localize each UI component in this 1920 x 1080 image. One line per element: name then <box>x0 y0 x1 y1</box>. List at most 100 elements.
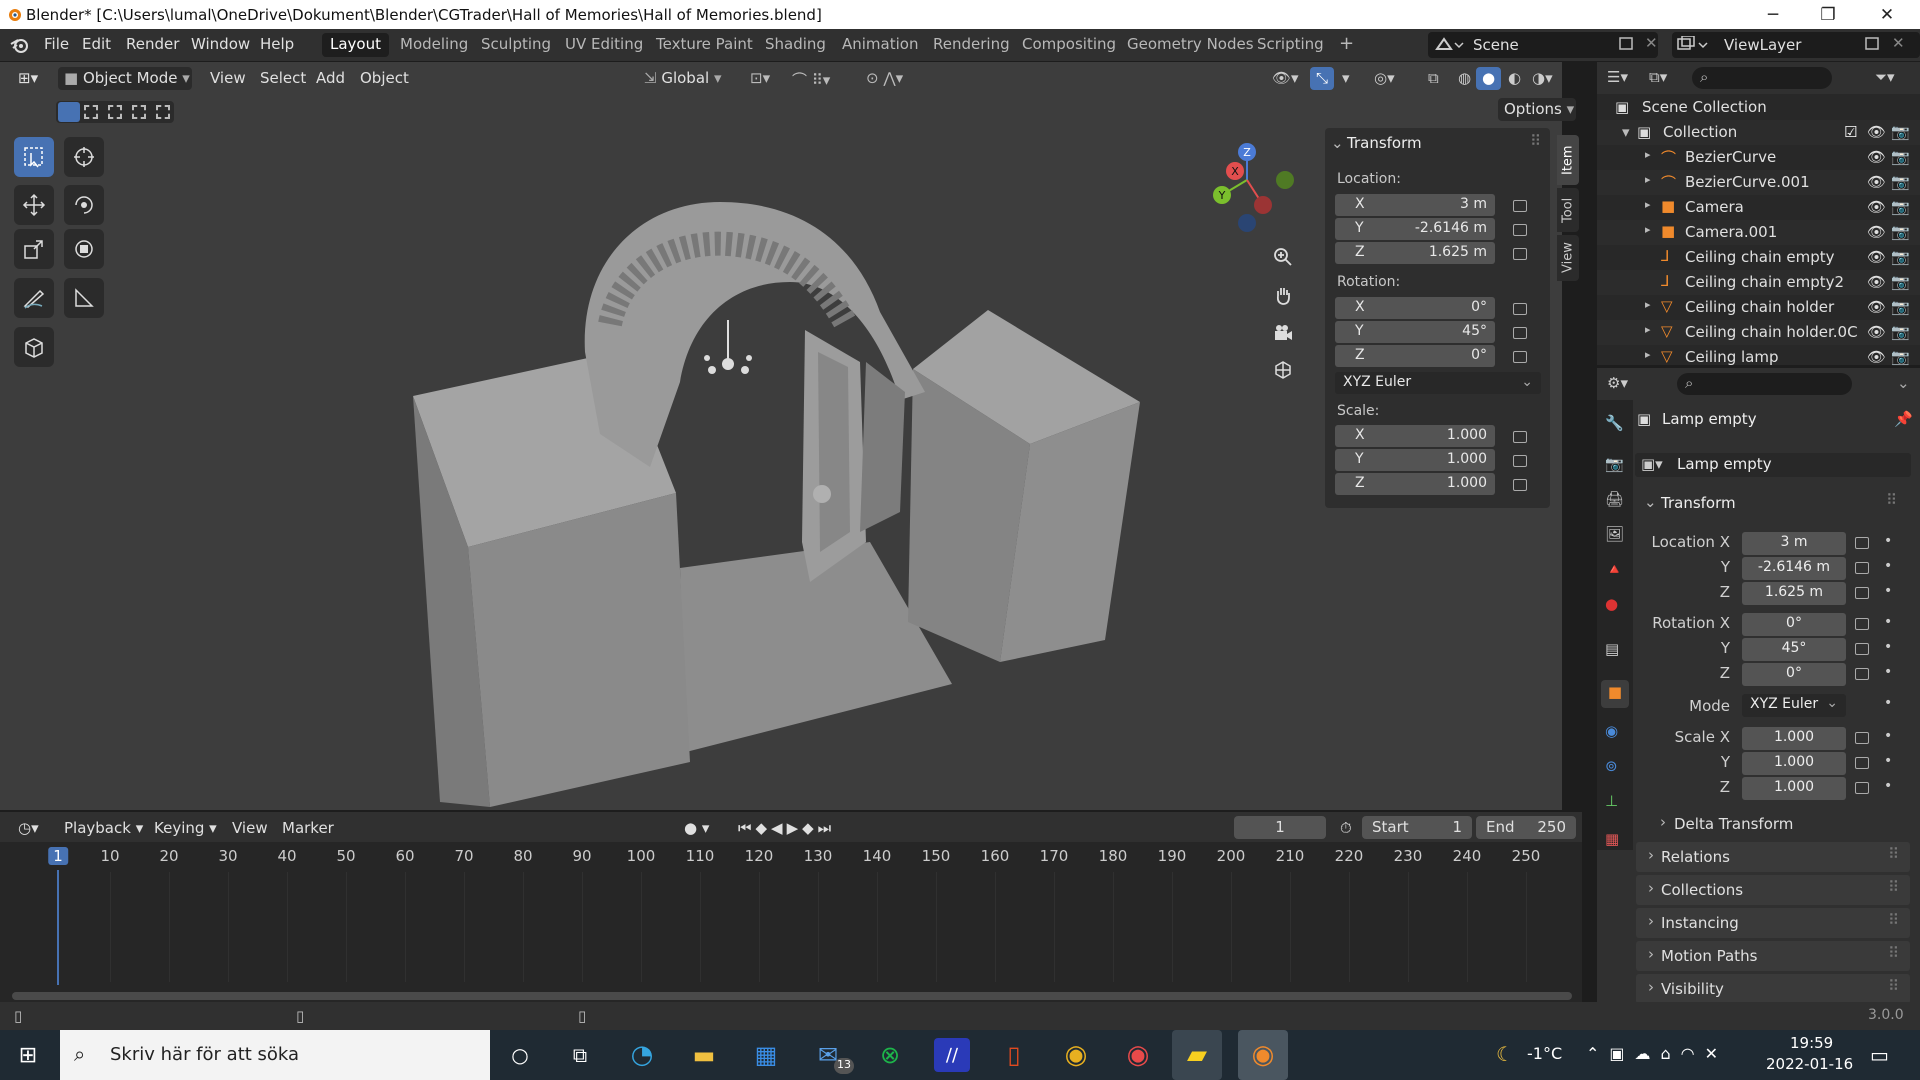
affinity-icon[interactable]: ∕∕ <box>934 1038 970 1072</box>
lock-icon[interactable] <box>1513 248 1527 260</box>
chrome-icon[interactable]: ◉ <box>1058 1038 1094 1072</box>
expand-icon[interactable]: ▸ <box>1645 223 1651 236</box>
expand-icon[interactable]: ▸ <box>1645 348 1651 361</box>
outliner-item[interactable]: ⅃ Ceiling chain empty 👁 📷 <box>1597 245 1920 270</box>
tab-modeling[interactable]: Modeling <box>392 33 476 57</box>
expand-icon[interactable]: ▸ <box>1645 198 1651 211</box>
lock-icon[interactable] <box>1513 224 1527 236</box>
rotation-mode-dropdown[interactable]: XYZ Euler ⌄ <box>1335 372 1541 394</box>
gizmo-toggle-icon[interactable]: ⤡ <box>1310 67 1335 90</box>
xbox-icon[interactable]: ⊗ <box>872 1038 908 1072</box>
select-new-icon[interactable] <box>58 102 80 122</box>
prop-rotation-z-field[interactable]: 0° <box>1742 663 1846 686</box>
preview-range-icon[interactable]: ⏱ <box>1334 817 1358 840</box>
location-y-field[interactable]: Y -2.6146 m <box>1335 218 1495 240</box>
expand-icon[interactable]: ▸ <box>1645 173 1651 186</box>
camera-render-icon[interactable]: 📷 <box>1891 273 1910 291</box>
eye-icon[interactable]: 👁 <box>1867 198 1886 216</box>
section-motion-paths[interactable]: › Motion Paths ⠿ <box>1636 941 1910 971</box>
new-view-layer-icon[interactable] <box>1864 36 1882 52</box>
menu-playback[interactable]: Playback ▾ <box>58 817 149 840</box>
xray-icon[interactable]: ⧉ <box>1422 67 1445 90</box>
edge-icon[interactable]: ◔ <box>624 1038 660 1072</box>
transform-section-header[interactable]: ⌄ Transform ⠿ <box>1636 488 1910 518</box>
delete-view-layer-icon[interactable]: ✕ <box>1892 34 1905 52</box>
minimize-button[interactable]: ─ <box>1750 0 1796 29</box>
store-icon[interactable]: ▦ <box>748 1038 784 1072</box>
menu-add[interactable]: Add <box>310 67 351 90</box>
keyframe-dot-icon[interactable]: • <box>1884 778 1892 794</box>
outliner-item[interactable]: ▸ ■ Camera 👁 📷 <box>1597 195 1920 220</box>
timeline[interactable]: 1 10 20 30 40 50 60 70 80 90 100 110 120 130 140 150 160… <box>0 842 1582 1002</box>
pan-hand-icon[interactable] <box>1268 280 1298 310</box>
tab-rendering[interactable]: Rendering <box>925 33 1018 57</box>
select-subtract-icon[interactable] <box>108 105 122 119</box>
tool-tab-icon[interactable]: 🔧 <box>1605 414 1624 432</box>
expand-icon[interactable]: ▸ <box>1645 298 1651 311</box>
keyframe-dot-icon[interactable]: • <box>1884 639 1892 655</box>
camera-render-icon[interactable]: 📷 <box>1891 348 1910 366</box>
expand-icon[interactable]: ▸ <box>1645 323 1651 336</box>
menu-render[interactable]: Render <box>126 35 179 53</box>
output-tab-icon[interactable]: 🖨 <box>1605 490 1624 508</box>
rotation-x-field[interactable]: X 0° <box>1335 297 1495 319</box>
menu-keying[interactable]: Keying ▾ <box>148 817 223 840</box>
object-tab-icon[interactable]: ■ <box>1601 680 1629 708</box>
eye-icon[interactable]: 👁 <box>1867 348 1886 366</box>
lock-icon[interactable] <box>1855 643 1869 655</box>
tab-tool[interactable]: Tool <box>1557 188 1579 232</box>
delete-scene-icon[interactable]: ✕ <box>1645 34 1658 52</box>
lock-icon[interactable] <box>1513 455 1527 467</box>
office-icon[interactable]: ▯ <box>996 1038 1032 1072</box>
system-tray-icons[interactable]: ⌃▣☁⌂◠✕ <box>1586 1044 1728 1063</box>
prop-location-x-field[interactable]: 3 m <box>1742 532 1846 555</box>
location-x-field[interactable]: X 3 m <box>1335 194 1495 216</box>
chevron-down-icon[interactable]: ⌄ <box>1897 374 1910 392</box>
drag-handle-icon[interactable]: ⠿ <box>1886 491 1897 509</box>
zoom-icon[interactable] <box>1268 242 1298 272</box>
camera-render-icon[interactable]: 📷 <box>1891 123 1910 141</box>
location-z-field[interactable]: Z 1.625 m <box>1335 242 1495 264</box>
section-visibility[interactable]: › Visibility ⠿ <box>1636 974 1910 1004</box>
properties-editor-icon[interactable]: ⚙▾ <box>1607 374 1628 392</box>
prop-rotation-y-field[interactable]: 45° <box>1742 638 1846 661</box>
camera-render-icon[interactable]: 📷 <box>1891 223 1910 241</box>
proportional-edit-icon[interactable]: ⊙ ⋀▾ <box>860 67 909 90</box>
camera-render-icon[interactable]: 📷 <box>1891 148 1910 166</box>
menu-object[interactable]: Object <box>354 67 415 90</box>
select-intersect-icon[interactable] <box>156 105 170 119</box>
section-delta-transform[interactable]: › Delta Transform <box>1636 809 1910 839</box>
section-collections[interactable]: › Collections ⠿ <box>1636 875 1910 905</box>
lock-icon[interactable] <box>1855 732 1869 744</box>
timeline-editor-icon[interactable]: ◷▾ <box>12 817 45 840</box>
outliner-collection[interactable]: ▾ ▣ Collection ☑ 👁 📷 <box>1597 120 1920 145</box>
eye-icon[interactable]: 👁 <box>1867 298 1886 316</box>
overlay-icon[interactable]: ◎▾ <box>1368 67 1401 90</box>
constraints-tab-icon[interactable]: ⊚ <box>1605 757 1618 775</box>
rendered-shading-icon[interactable]: ◑▾ <box>1526 67 1559 90</box>
annotate-tool[interactable] <box>14 278 54 318</box>
prop-scale-z-field[interactable]: 1.000 <box>1742 777 1846 800</box>
lock-icon[interactable] <box>1513 327 1527 339</box>
playhead[interactable] <box>57 870 59 985</box>
keyframe-dot-icon[interactable]: • <box>1884 753 1892 769</box>
lock-icon[interactable] <box>1855 618 1869 630</box>
drag-handle-icon[interactable]: ⠿ <box>1530 132 1541 150</box>
tab-item[interactable]: Item <box>1557 135 1579 185</box>
wireframe-shading-icon[interactable]: ◍ <box>1452 67 1477 90</box>
section-instancing[interactable]: › Instancing ⠿ <box>1636 908 1910 938</box>
add-workspace-button[interactable]: + <box>1331 31 1362 55</box>
rotation-y-field[interactable]: Y 45° <box>1335 321 1495 343</box>
eye-icon[interactable]: 👁 <box>1867 223 1886 241</box>
eye-icon[interactable]: 👁 <box>1867 273 1886 291</box>
tab-texture-paint[interactable]: Texture Paint <box>648 33 761 57</box>
outliner-item[interactable]: ▸ ⌒ BezierCurve.001 👁 📷 <box>1597 170 1920 195</box>
camera-render-icon[interactable]: 📷 <box>1891 198 1910 216</box>
menu-select[interactable]: Select <box>254 67 312 90</box>
lock-icon[interactable] <box>1513 479 1527 491</box>
end-frame-field[interactable]: End 250 <box>1476 816 1576 839</box>
ortho-grid-icon[interactable] <box>1268 355 1298 385</box>
prop-location-z-field[interactable]: 1.625 m <box>1742 582 1846 605</box>
lock-icon[interactable] <box>1855 562 1869 574</box>
scale-x-field[interactable]: X 1.000 <box>1335 425 1495 447</box>
